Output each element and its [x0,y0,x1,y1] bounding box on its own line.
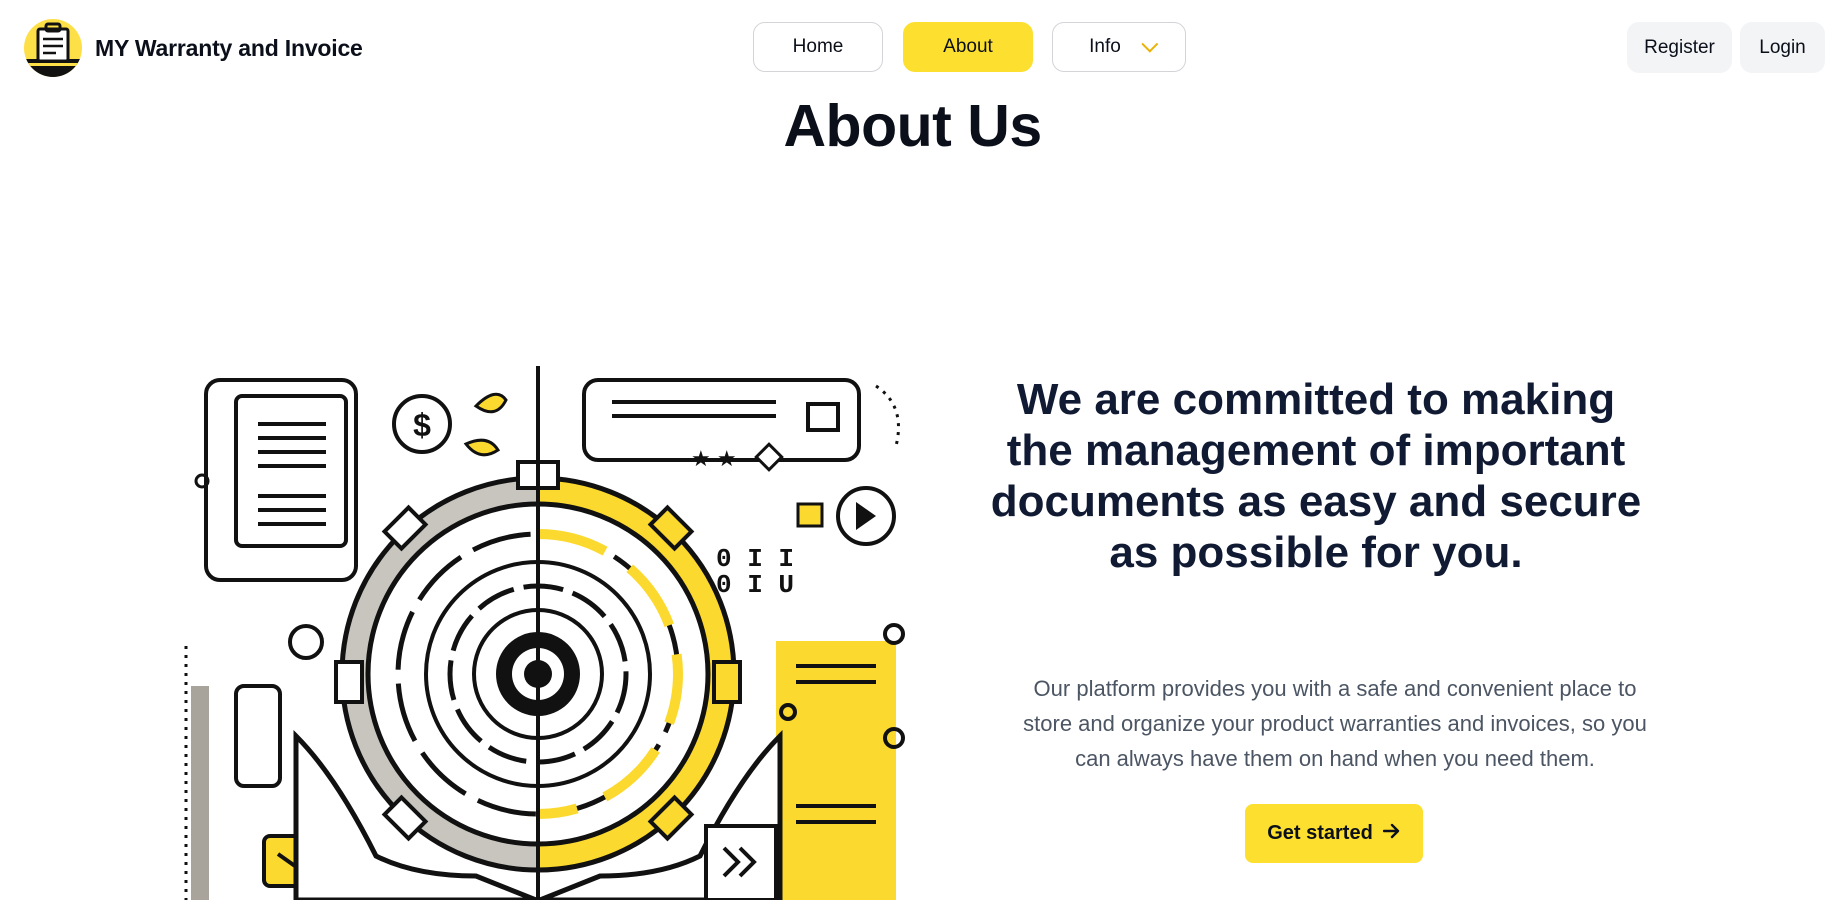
page-title: About Us [0,92,1841,160]
hero-description: Our platform provides you with a safe an… [1023,676,1647,771]
get-started-label: Get started [1267,822,1373,844]
brand-name: MY Warranty and Invoice [95,34,363,61]
nav-home-button[interactable]: Home [753,22,883,72]
arrow-right-icon [1382,822,1401,845]
nav-about-button[interactable]: About [903,22,1033,72]
register-label: Register [1644,36,1715,58]
briefcase-logo-icon [24,19,82,77]
hero-headline: We are committed to making the managemen… [990,375,1642,577]
chevron-down-icon [1141,35,1159,53]
gear-hands-illustration: $ ★ ★ 0 I I 0 I U [176,366,912,903]
brand-link[interactable]: MY Warranty and Invoice [24,19,363,77]
nav-info-dropdown[interactable]: Info [1052,22,1186,72]
register-button[interactable]: Register [1627,22,1732,73]
get-started-button[interactable]: Get started [1245,804,1423,863]
svg-text:$: $ [413,407,431,443]
login-label: Login [1759,36,1806,58]
nav-home-label: Home [792,36,844,57]
svg-text:0 I U: 0 I U [716,570,794,600]
page-title-text: About Us [783,93,1042,159]
nav-info-label: Info [1089,36,1121,57]
svg-text:★ ★: ★ ★ [691,446,737,471]
nav-about-label: About [943,36,993,57]
login-button[interactable]: Login [1740,22,1825,73]
